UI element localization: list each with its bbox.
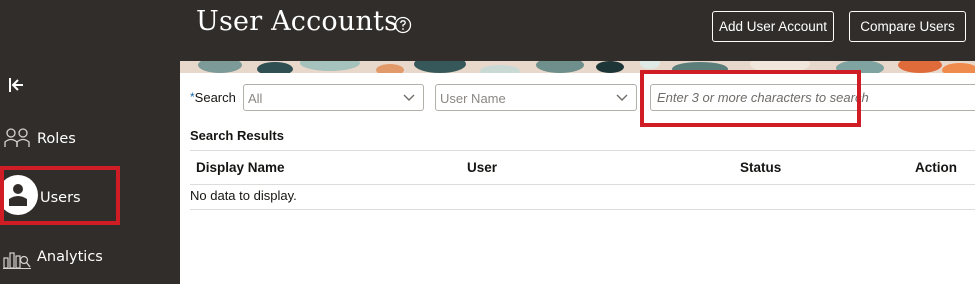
divider xyxy=(190,209,975,210)
sidebar: Roles Users Analytics xyxy=(0,0,180,284)
column-header-user[interactable]: User xyxy=(467,160,497,175)
search-input[interactable] xyxy=(650,84,975,111)
chevron-down-icon xyxy=(403,94,415,101)
search-results-title: Search Results xyxy=(190,128,284,143)
column-header-status[interactable]: Status xyxy=(740,160,781,175)
chevron-down-icon xyxy=(616,94,628,101)
compare-users-button[interactable]: Compare Users xyxy=(849,11,966,42)
decorative-banner xyxy=(180,61,975,73)
annotation-highlight-users xyxy=(0,166,120,225)
sidebar-item-label: Analytics xyxy=(37,249,103,265)
sidebar-item-analytics[interactable]: Analytics xyxy=(0,234,180,284)
sidebar-item-roles[interactable]: Roles xyxy=(0,116,180,166)
divider xyxy=(190,184,975,185)
search-field-value: User Name xyxy=(440,91,506,106)
search-scope-select[interactable]: All xyxy=(243,84,424,111)
add-user-account-button[interactable]: Add User Account xyxy=(712,11,834,42)
analytics-icon xyxy=(3,252,31,269)
search-label: *Search xyxy=(190,90,236,105)
empty-results-message: No data to display. xyxy=(190,188,297,203)
divider xyxy=(190,150,975,151)
roles-icon xyxy=(4,128,30,147)
page-header: User Accounts Add User Account Compare U… xyxy=(180,0,975,61)
search-scope-value: All xyxy=(248,91,263,106)
help-icon[interactable] xyxy=(394,16,412,34)
sidebar-item-label: Roles xyxy=(37,131,76,147)
column-header-display-name[interactable]: Display Name xyxy=(196,160,285,175)
collapse-left-icon[interactable] xyxy=(6,74,28,96)
page-title: User Accounts xyxy=(196,6,399,37)
search-field-select[interactable]: User Name xyxy=(435,84,637,111)
column-header-action: Action xyxy=(915,160,957,175)
